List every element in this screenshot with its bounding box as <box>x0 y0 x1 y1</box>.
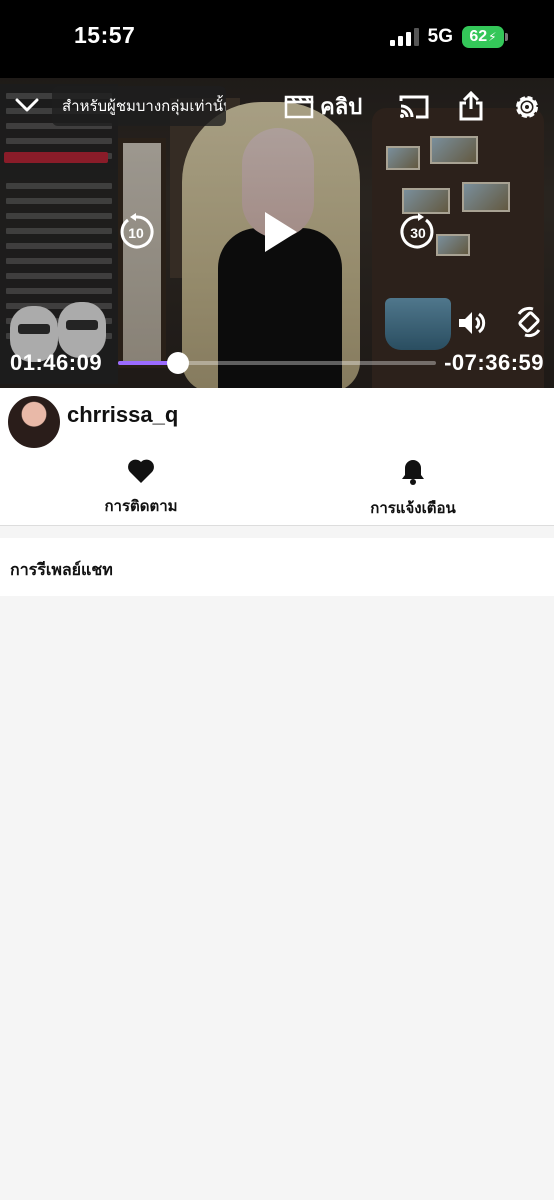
audience-banner: สำหรับผู้ชมบางกลุ่มเท่านั้น <box>52 86 226 126</box>
rotate-button[interactable] <box>514 306 544 338</box>
status-indicators: 5G 62 ⚡ <box>389 26 508 48</box>
gear-icon <box>516 96 538 118</box>
cast-button[interactable] <box>398 92 430 122</box>
share-icon <box>459 91 483 121</box>
channel-username[interactable]: chrrissa_q <box>67 402 178 428</box>
heart-icon <box>128 459 154 483</box>
forward-button[interactable]: 30 <box>398 212 438 252</box>
signal-icon <box>389 28 419 46</box>
avatar[interactable] <box>6 394 62 450</box>
chat-replay-section: การรีเพลย์แชท <box>0 538 554 596</box>
notifications-label: การแจ้งเตือน <box>370 500 456 517</box>
chevron-down-icon <box>15 98 39 112</box>
volume-button[interactable] <box>456 308 488 338</box>
channel-header: chrrissa_q <box>0 388 554 450</box>
rewind-icon: 10 <box>120 213 154 249</box>
settings-button[interactable] <box>510 90 544 124</box>
collapse-button[interactable] <box>12 90 42 120</box>
rewind-button[interactable]: 10 <box>116 212 156 252</box>
chat-replay-title: การรีเพลย์แชท <box>10 562 113 579</box>
clip-label: คลิป <box>320 93 363 119</box>
network-type: 5G <box>427 26 453 47</box>
battery-icon: 62 ⚡ <box>462 26 508 48</box>
follow-label: การติดตาม <box>104 498 178 515</box>
elapsed-time: 01:46:09 <box>10 350 103 375</box>
remaining-time: -07:36:59 <box>444 350 544 375</box>
battery-level: 62 <box>469 28 488 45</box>
status-bar: 15:57 5G 62 ⚡ <box>0 0 554 78</box>
bell-icon <box>402 460 424 485</box>
share-button[interactable] <box>456 90 486 122</box>
notifications-button[interactable]: การแจ้งเตือน <box>333 458 493 520</box>
forward-seconds: 30 <box>410 225 426 241</box>
clapperboard-icon <box>284 95 314 119</box>
rotate-screen-icon <box>517 306 541 338</box>
play-icon <box>265 212 297 252</box>
play-button[interactable] <box>258 206 304 258</box>
seek-bar[interactable] <box>118 352 436 374</box>
charging-icon: ⚡ <box>488 30 497 44</box>
video-player[interactable]: สำหรับผู้ชมบางกลุ่มเท่านั้น คลิป 10 30 0… <box>0 78 554 388</box>
channel-actions: การติดตาม การแจ้งเตือน <box>0 440 554 526</box>
cast-icon <box>399 95 429 119</box>
rewind-seconds: 10 <box>128 225 144 241</box>
clip-button[interactable]: คลิป <box>284 90 362 122</box>
status-time: 15:57 <box>74 22 136 48</box>
forward-icon: 30 <box>400 213 434 249</box>
speaker-icon <box>459 312 486 334</box>
follow-button[interactable]: การติดตาม <box>61 458 221 518</box>
